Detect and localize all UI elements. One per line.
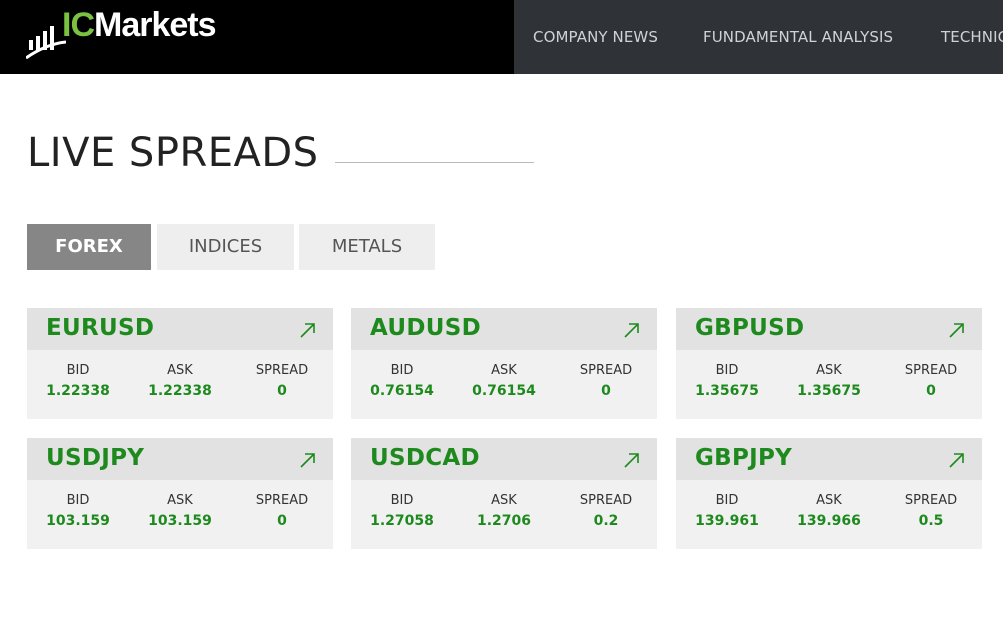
spread-label: SPREAD [904, 363, 958, 378]
bid-value: 1.35675 [695, 383, 759, 399]
bid-value: 139.961 [695, 513, 759, 529]
spread-label: SPREAD [579, 493, 633, 508]
spread-card[interactable]: USDJPY BID ASK SPREAD 103.159 103.159 0 [27, 438, 333, 549]
top-bar: ICMarkets COMPANY NEWS FUNDAMENTAL ANALY… [0, 0, 1003, 74]
logo-wordmark: ICMarkets [62, 6, 217, 45]
spread-label: SPREAD [904, 493, 958, 508]
bid-value: 1.22338 [46, 383, 110, 399]
arrow-up-right-icon [300, 453, 315, 468]
arrow-up-right-icon [624, 323, 639, 338]
arrow-up-right-icon [949, 453, 964, 468]
bid-value: 103.159 [46, 513, 110, 529]
spread-value: 0 [277, 383, 287, 399]
ask-value: 1.2706 [476, 513, 532, 529]
bid-label: BID [390, 493, 414, 508]
arrow-up-right-icon [624, 453, 639, 468]
nav-technical-analysis[interactable]: TECHNICAL ANALYSIS [941, 28, 1003, 46]
logo-ic: IC [62, 6, 95, 44]
logo-markets: Markets [94, 6, 217, 44]
card-header: GBPJPY [676, 438, 982, 480]
bid-label: BID [715, 493, 739, 508]
card-symbol: GBPUSD [695, 315, 805, 341]
nav-company-news[interactable]: COMPANY NEWS [533, 28, 658, 46]
logo-bars-icon [26, 26, 66, 60]
bid-label: BID [715, 363, 739, 378]
ask-label: ASK [491, 363, 517, 378]
card-symbol: AUDUSD [370, 315, 481, 341]
title-divider [335, 162, 534, 163]
card-symbol: USDJPY [46, 445, 145, 471]
bid-value: 1.27058 [370, 513, 434, 529]
ask-value: 1.22338 [148, 383, 212, 399]
bid-label: BID [66, 363, 90, 378]
card-header: AUDUSD [351, 308, 657, 350]
ic-markets-logo[interactable]: ICMarkets [26, 4, 226, 64]
spread-card[interactable]: EURUSD BID ASK SPREAD 1.22338 1.22338 0 [27, 308, 333, 419]
bid-label: BID [66, 493, 90, 508]
spread-label: SPREAD [255, 493, 309, 508]
spread-label: SPREAD [579, 363, 633, 378]
spread-value: 0.5 [918, 513, 944, 529]
bid-value: 0.76154 [370, 383, 434, 399]
page-title: LIVE SPREADS [27, 130, 319, 176]
ask-label: ASK [816, 493, 842, 508]
ask-value: 0.76154 [472, 383, 536, 399]
spread-card[interactable]: AUDUSD BID ASK SPREAD 0.76154 0.76154 0 [351, 308, 657, 419]
card-header: USDCAD [351, 438, 657, 480]
ask-label: ASK [816, 363, 842, 378]
spread-card[interactable]: GBPUSD BID ASK SPREAD 1.35675 1.35675 0 [676, 308, 982, 419]
spread-card[interactable]: USDCAD BID ASK SPREAD 1.27058 1.2706 0.2 [351, 438, 657, 549]
spread-value: 0 [601, 383, 611, 399]
ask-label: ASK [491, 493, 517, 508]
nav-fundamental-analysis[interactable]: FUNDAMENTAL ANALYSIS [703, 28, 893, 46]
card-header: USDJPY [27, 438, 333, 480]
spread-label: SPREAD [255, 363, 309, 378]
arrow-up-right-icon [300, 323, 315, 338]
ask-label: ASK [167, 493, 193, 508]
spread-card[interactable]: GBPJPY BID ASK SPREAD 139.961 139.966 0.5 [676, 438, 982, 549]
card-header: EURUSD [27, 308, 333, 350]
ask-value: 139.966 [797, 513, 861, 529]
tab-metals[interactable]: METALS [299, 224, 435, 270]
ask-value: 1.35675 [797, 383, 861, 399]
card-header: GBPUSD [676, 308, 982, 350]
bid-label: BID [390, 363, 414, 378]
card-symbol: GBPJPY [695, 445, 793, 471]
spread-value: 0 [277, 513, 287, 529]
tab-forex[interactable]: FOREX [27, 224, 151, 270]
main-nav: COMPANY NEWS FUNDAMENTAL ANALYSIS TECHNI… [514, 0, 1003, 74]
ask-label: ASK [167, 363, 193, 378]
spread-value: 0 [926, 383, 936, 399]
card-symbol: USDCAD [370, 445, 480, 471]
tab-indices[interactable]: INDICES [157, 224, 294, 270]
card-symbol: EURUSD [46, 315, 155, 341]
ask-value: 103.159 [148, 513, 212, 529]
spread-value: 0.2 [593, 513, 619, 529]
arrow-up-right-icon [949, 323, 964, 338]
